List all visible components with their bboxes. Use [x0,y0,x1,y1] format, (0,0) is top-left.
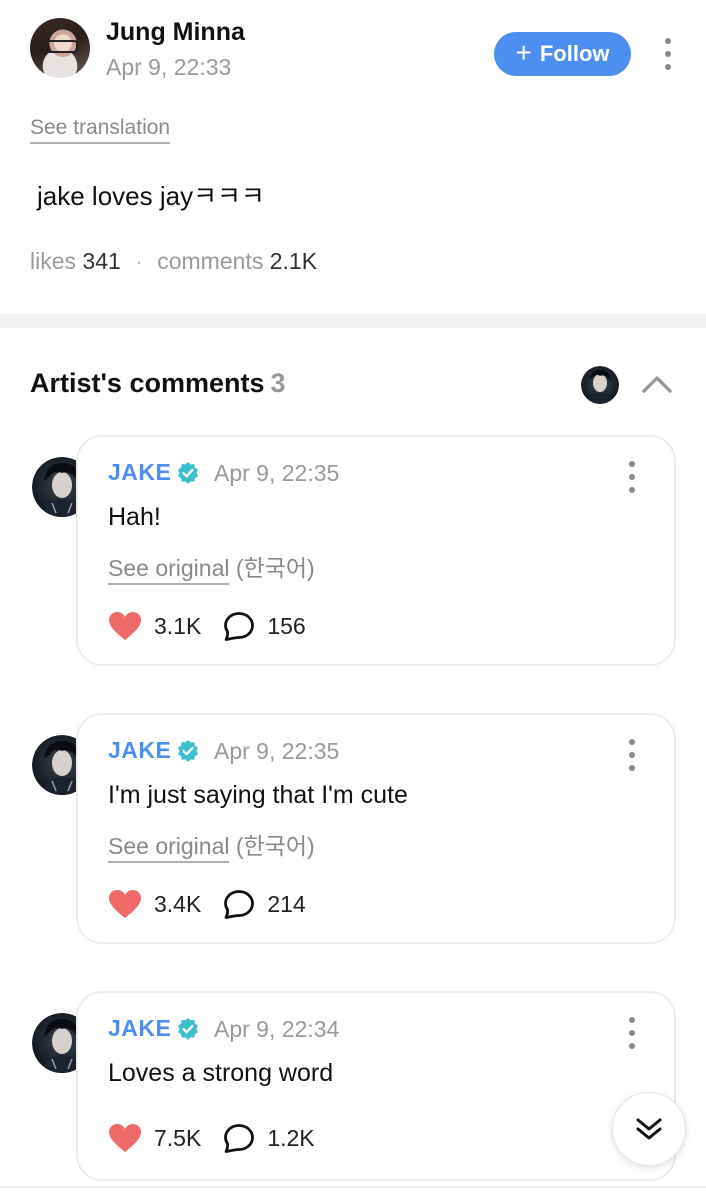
comment-card: JAKE Apr 9, 22:35 I'm just saying that I… [76,713,676,944]
comment-card: JAKE Apr 9, 22:34 Loves a strong word 7.… [76,991,676,1181]
reply-count: 156 [267,612,306,639]
comment-card: JAKE Apr 9, 22:35 Hah! See original (한국어… [76,435,676,666]
chevron-up-icon[interactable] [640,372,674,396]
reply-count: 1.2K [267,1124,315,1151]
artist-comments-header: Artist's comments 3 [30,368,286,399]
speech-bubble-icon[interactable] [223,889,255,919]
heart-icon[interactable] [108,1123,142,1153]
likes-label: likes [30,248,77,274]
follow-button[interactable]: + Follow [494,32,631,76]
comment-author-name[interactable]: JAKE [108,1015,171,1042]
artist-comments-count: 3 [270,368,286,398]
comment-text: I'm just saying that I'm cute [108,781,408,809]
artist-mini-avatar[interactable] [581,366,619,404]
heart-icon[interactable] [108,889,142,919]
comment-author-name[interactable]: JAKE [108,459,171,486]
see-original: See original (한국어) [108,549,315,585]
comment-stats: 7.5K 1.2K [108,1123,315,1153]
reply-count: 214 [267,890,306,917]
like-count: 7.5K [154,1124,202,1151]
see-original: See original (한국어) [108,827,315,863]
comment-date: Apr 9, 22:34 [214,1016,340,1042]
comment-stats: 3.1K 156 [108,611,306,641]
post-text: jake loves jayㅋㅋㅋ [37,181,265,211]
comment-text: Hah! [108,503,161,531]
comment-date: Apr 9, 22:35 [214,460,340,486]
comments-label[interactable]: comments [157,248,263,274]
likes-count: 341 [82,248,121,274]
plus-icon: + [515,37,532,68]
original-language: (한국어) [235,555,315,581]
verified-badge-icon [178,1018,198,1040]
post-author-name[interactable]: Jung Minna [106,18,245,47]
artist-comments-title: Artist's comments [30,368,265,398]
comment-more-icon[interactable] [628,461,636,493]
see-original-link[interactable]: See original [108,555,230,585]
comment-text: Loves a strong word [108,1059,334,1087]
post-more-icon[interactable] [664,38,672,70]
heart-icon[interactable] [108,611,142,641]
section-divider [0,314,706,328]
scroll-down-button[interactable] [612,1092,686,1166]
speech-bubble-icon[interactable] [223,1123,255,1153]
post-date: Apr 9, 22:33 [106,54,232,80]
post: Jung Minna Apr 9, 22:33 + Follow See tra… [0,0,706,314]
like-count: 3.4K [154,890,202,917]
post-stats: likes 341 · comments 2.1K [30,248,317,275]
follow-label: Follow [539,41,610,66]
see-original-link[interactable]: See original [108,833,230,863]
comment-author-name[interactable]: JAKE [108,737,171,764]
speech-bubble-icon[interactable] [223,611,255,641]
like-count: 3.1K [154,612,202,639]
comment-more-icon[interactable] [628,739,636,771]
comments-count[interactable]: 2.1K [270,248,317,274]
verified-badge-icon [178,462,198,484]
comment-more-icon[interactable] [628,1017,636,1049]
original-language: (한국어) [235,833,315,859]
verified-badge-icon [178,740,198,762]
comment-stats: 3.4K 214 [108,889,306,919]
stats-separator: · [135,248,143,274]
bottom-divider [0,1186,706,1188]
comment-date: Apr 9, 22:35 [214,738,340,764]
double-chevron-down-icon [636,1118,662,1140]
see-translation-link[interactable]: See translation [30,116,171,144]
user-avatar[interactable] [30,18,90,78]
